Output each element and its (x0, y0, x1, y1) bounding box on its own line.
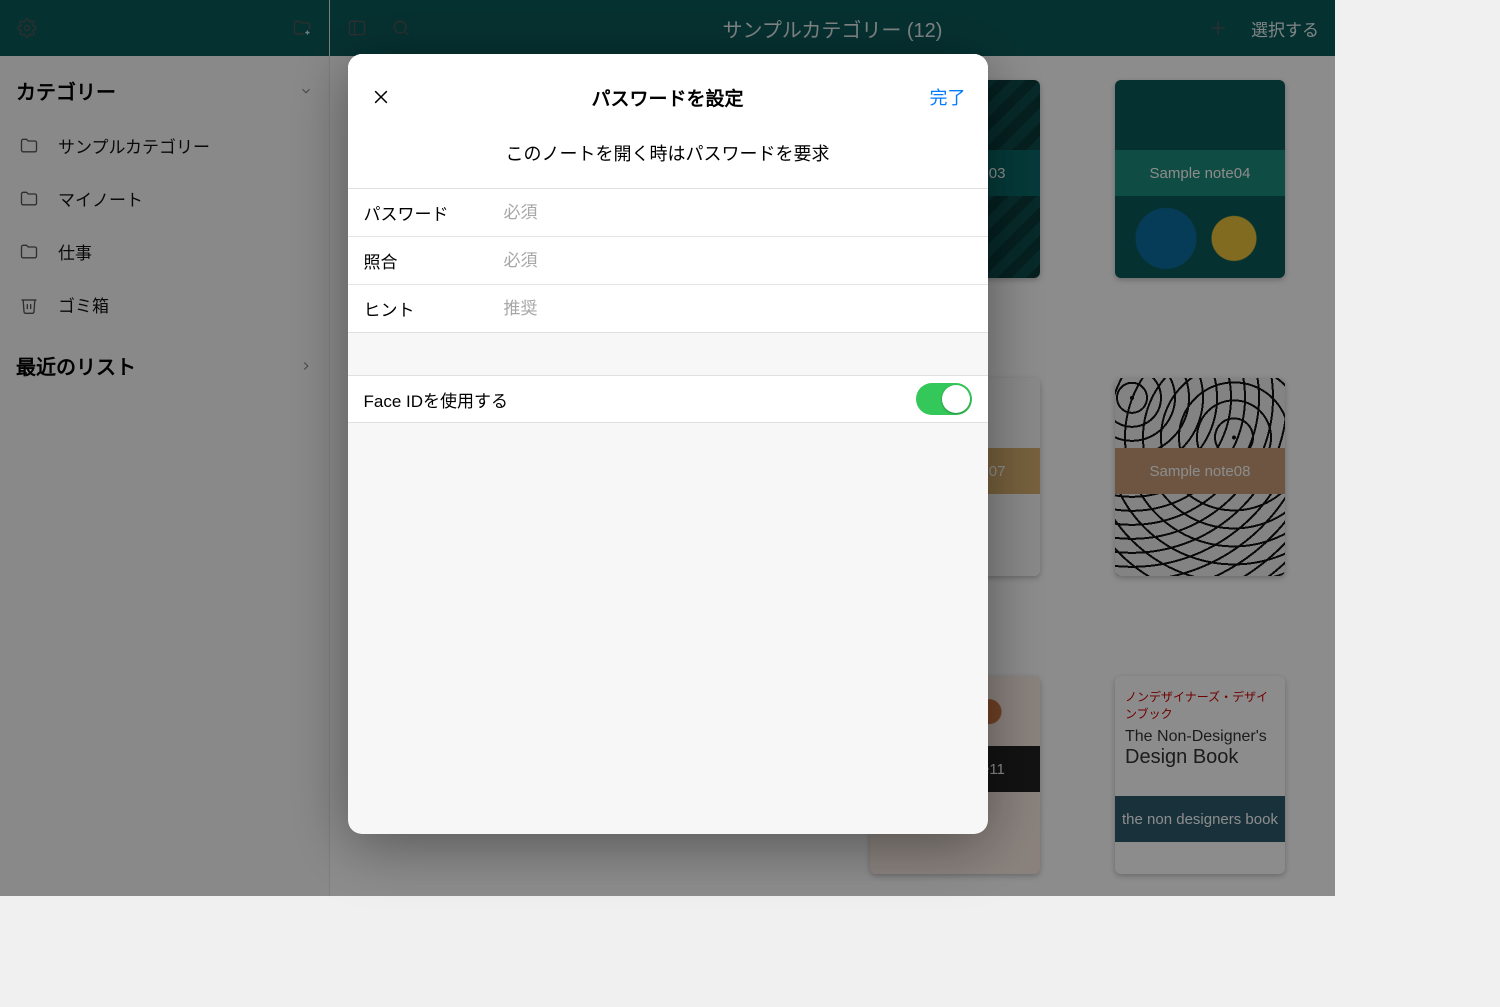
verify-label: 照合 (364, 248, 504, 273)
verify-input[interactable] (504, 251, 972, 271)
done-button[interactable]: 完了 (930, 84, 966, 110)
password-row: パスワード (348, 189, 988, 237)
faceid-toggle[interactable] (916, 383, 972, 415)
hint-input[interactable] (504, 299, 972, 319)
verify-row: 照合 (348, 237, 988, 285)
password-input[interactable] (504, 203, 972, 223)
hint-label: ヒント (364, 296, 504, 321)
dialog-subtitle: このノートを開く時はパスワードを要求 (348, 140, 988, 188)
hint-row: ヒント (348, 285, 988, 333)
faceid-label: Face IDを使用する (364, 387, 509, 412)
close-button[interactable] (366, 82, 396, 112)
set-password-dialog: パスワードを設定 完了 このノートを開く時はパスワードを要求 パスワード 照合 … (348, 54, 988, 834)
password-label: パスワード (364, 200, 504, 225)
dialog-title: パスワードを設定 (591, 84, 743, 111)
